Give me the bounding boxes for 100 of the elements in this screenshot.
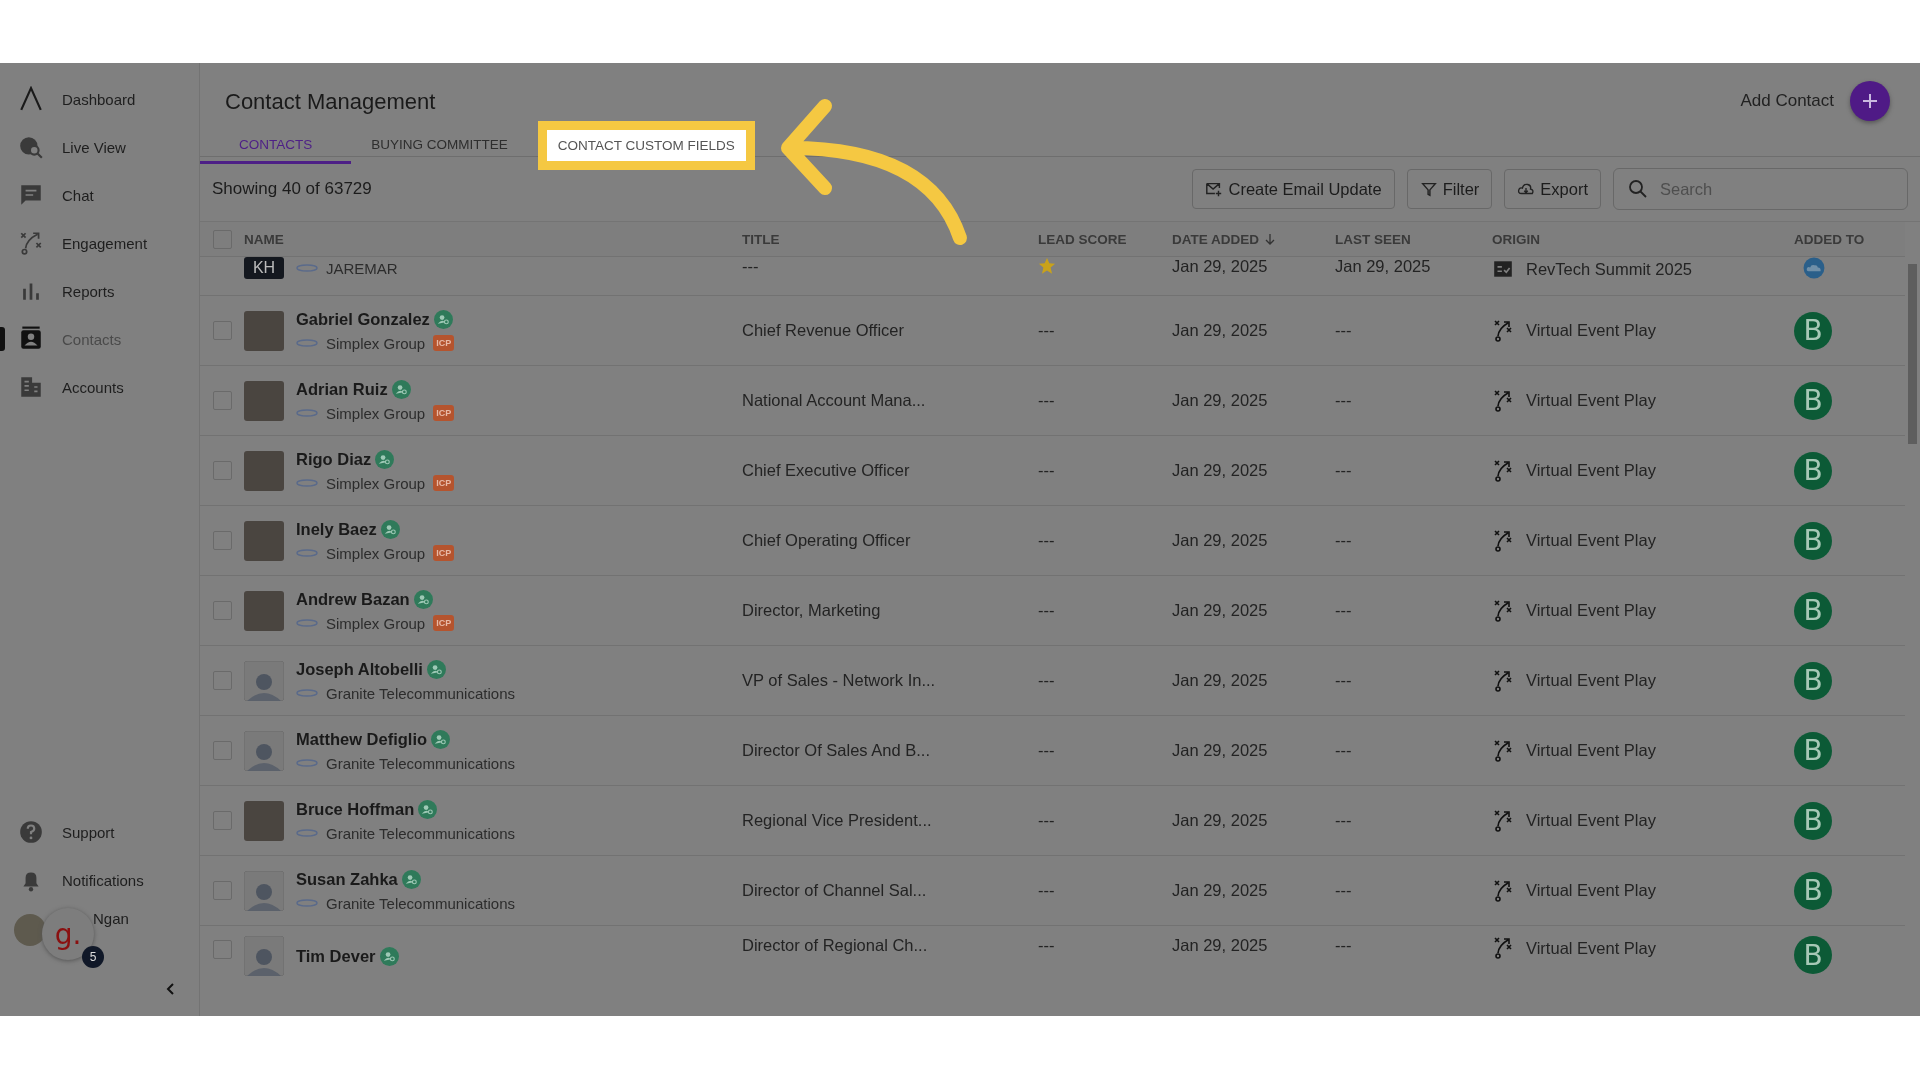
user-avatar[interactable] xyxy=(14,914,46,946)
sidebar-item[interactable]: Notifications xyxy=(0,856,199,904)
company-name[interactable]: Granite Telecommunications xyxy=(326,894,515,912)
sidebar-item[interactable]: Reports xyxy=(0,267,199,315)
contact-name[interactable]: Adrian Ruiz xyxy=(296,379,388,399)
origin-name[interactable]: Virtual Event Play xyxy=(1526,461,1656,480)
company-name[interactable]: Simplex Group xyxy=(326,544,426,562)
toolbar-button[interactable]: Filter xyxy=(1406,169,1493,209)
sort-arrow-icon[interactable] xyxy=(1265,233,1275,245)
contact-card-icon xyxy=(18,326,44,352)
origin-name[interactable]: Virtual Event Play xyxy=(1526,321,1656,340)
title-cell-text: Director of Channel Sal... xyxy=(742,881,928,900)
plus-icon xyxy=(1860,91,1880,111)
add-contact-button[interactable] xyxy=(1850,81,1890,121)
contact-name[interactable]: Bruce Hoffman xyxy=(296,799,415,819)
contact-name[interactable]: Susan Zahka xyxy=(296,869,398,889)
sidebar-item[interactable]: Engagement xyxy=(0,219,199,267)
title-cell-text: Chief Revenue Officer xyxy=(742,321,906,340)
sidebar-item[interactable]: Accounts xyxy=(0,363,199,411)
initials-avatar: KH xyxy=(244,257,284,279)
person-silhouette-icon xyxy=(244,730,284,771)
logo-icon xyxy=(18,86,44,112)
company-name[interactable]: Simplex Group xyxy=(326,334,426,352)
last-seen-cell-text: Jan 29, 2025 xyxy=(1335,257,1432,276)
column-header[interactable]: TITLE xyxy=(742,231,1038,247)
sidebar-item[interactable]: Dashboard xyxy=(0,75,199,123)
tab[interactable]: CONTACTS xyxy=(200,127,352,164)
add-contact-label: Add Contact xyxy=(1740,91,1834,111)
person-search-icon xyxy=(431,729,451,749)
lead-score-cell: --- xyxy=(1038,461,1055,480)
column-header[interactable]: NAME xyxy=(244,231,742,247)
help-icon xyxy=(18,819,44,845)
column-header[interactable]: LEAD SCORE xyxy=(1038,231,1172,247)
column-header[interactable]: ADDED TO xyxy=(1794,231,1884,247)
company-name[interactable]: Simplex Group xyxy=(326,614,426,632)
origin-name[interactable]: Virtual Event Play xyxy=(1526,741,1656,760)
company-logo-icon xyxy=(296,478,318,488)
last-seen-cell-text: --- xyxy=(1335,741,1353,760)
title-cell-text: Director Of Sales And B... xyxy=(742,741,931,760)
company-name[interactable]: Simplex Group xyxy=(326,404,426,422)
toolbar-button[interactable]: Create Email Update xyxy=(1192,169,1395,209)
origin-name[interactable]: Virtual Event Play xyxy=(1526,671,1656,690)
contact-name[interactable]: Joseph Altobelli xyxy=(296,659,423,679)
company-logo-icon xyxy=(296,408,318,418)
person-search-icon xyxy=(433,309,453,329)
lead-score-cell: --- xyxy=(1038,936,1055,955)
integration-logo: B xyxy=(1794,661,1832,700)
contact-name[interactable]: Rigo Diaz xyxy=(296,449,372,469)
column-header[interactable]: ORIGIN xyxy=(1492,231,1794,247)
company-name[interactable]: Simplex Group xyxy=(326,474,426,492)
origin-name[interactable]: Virtual Event Play xyxy=(1526,811,1656,830)
company-logo-icon xyxy=(296,548,318,558)
person-search-icon xyxy=(379,946,399,966)
contact-name[interactable]: Inely Baez xyxy=(296,519,377,539)
lead-score-cell: --- xyxy=(1038,531,1055,550)
company-logo-icon xyxy=(296,688,318,698)
contact-name[interactable]: Tim Dever xyxy=(296,946,376,966)
title-cell-text: VP of Sales - Network In... xyxy=(742,671,937,690)
date-added-cell-text: Jan 29, 2025 xyxy=(1172,935,1269,955)
photo-placeholder xyxy=(244,800,284,841)
date-added-cell-text: Jan 29, 2025 xyxy=(1172,257,1269,276)
toolbar-button[interactable]: Export xyxy=(1504,169,1601,209)
company-name[interactable]: Granite Telecommunications xyxy=(326,684,515,702)
tab[interactable]: BUYING COMMITTEE xyxy=(351,127,528,164)
origin-name[interactable]: RevTech Summit 2025 xyxy=(1526,259,1692,279)
column-header[interactable]: DATE ADDED xyxy=(1172,231,1335,247)
origin-name[interactable]: Virtual Event Play xyxy=(1526,391,1656,410)
integration-logo: B xyxy=(1794,591,1832,630)
person-search-icon xyxy=(418,799,438,819)
company-name[interactable]: Granite Telecommunications xyxy=(326,754,515,772)
sidebar-item[interactable]: Support xyxy=(0,808,199,856)
title-cell-text: Chief Operating Officer xyxy=(742,531,912,550)
last-seen-cell-text: --- xyxy=(1335,811,1353,830)
tab[interactable]: CONTACT CUSTOM FIELDS xyxy=(537,121,755,170)
origin-name[interactable]: Virtual Event Play xyxy=(1526,601,1656,620)
company-name[interactable]: JAREMAR xyxy=(326,259,398,277)
photo-placeholder xyxy=(244,520,284,561)
contact-name[interactable]: Andrew Bazan xyxy=(296,589,410,609)
last-seen-cell-text: --- xyxy=(1335,881,1353,900)
icp-tag: ICP xyxy=(433,615,455,631)
strategy-play-icon xyxy=(1492,528,1514,553)
date-added-cell-text: Jan 29, 2025 xyxy=(1172,531,1269,550)
contact-name[interactable]: Gabriel Gonzalez xyxy=(296,309,430,329)
origin-name[interactable]: Virtual Event Play xyxy=(1526,881,1656,900)
collapse-chevron-icon[interactable] xyxy=(165,982,177,996)
company-name[interactable]: Granite Telecommunications xyxy=(326,824,515,842)
company-logo-icon xyxy=(296,338,318,348)
company-logo-icon xyxy=(296,263,318,273)
icp-tag: ICP xyxy=(433,405,455,421)
integration-logo: B xyxy=(1794,521,1832,560)
sidebar-item[interactable]: Live View xyxy=(0,123,199,171)
contact-name[interactable]: Matthew Defiglio xyxy=(296,729,428,749)
date-added-cell-text: Jan 29, 2025 xyxy=(1172,321,1269,340)
company-logo-icon xyxy=(296,828,318,838)
origin-name[interactable]: Virtual Event Play xyxy=(1526,938,1656,958)
column-header[interactable]: LAST SEEN xyxy=(1335,231,1492,247)
date-added-cell-text: Jan 29, 2025 xyxy=(1172,461,1269,480)
sidebar-item[interactable]: Chat xyxy=(0,171,199,219)
origin-name[interactable]: Virtual Event Play xyxy=(1526,531,1656,550)
lead-score-cell: --- xyxy=(1038,601,1055,620)
